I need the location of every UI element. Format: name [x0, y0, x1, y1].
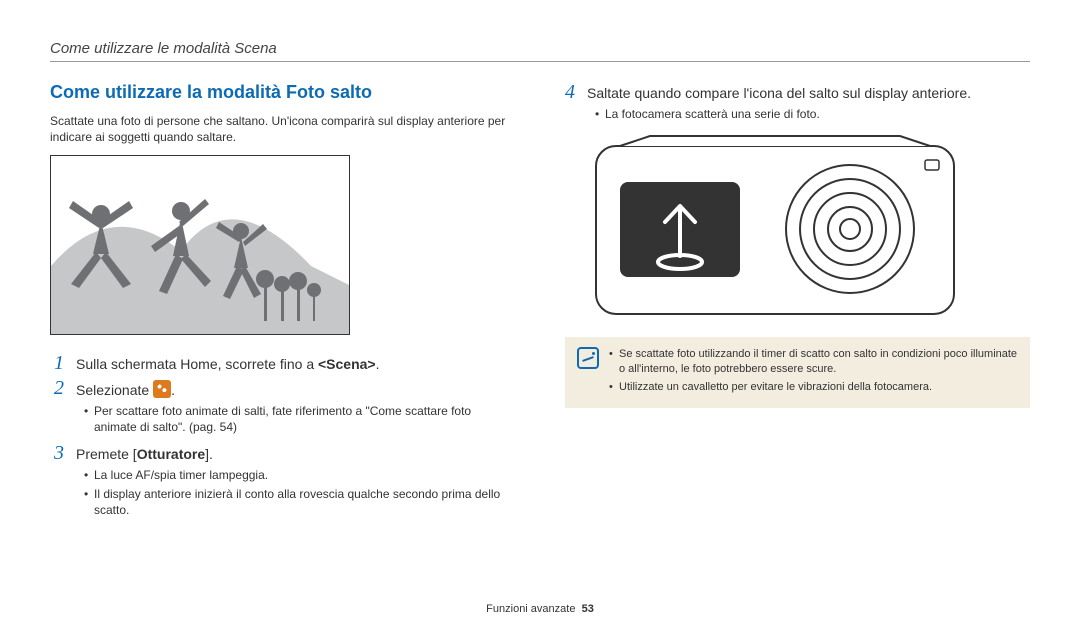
jump-mode-icon — [153, 380, 171, 398]
page-header-title: Come utilizzare le modalità Scena — [50, 40, 1030, 57]
step-text-bold: Otturatore — [137, 446, 205, 462]
intro-paragraph: Scattate una foto di persone che saltano… — [50, 113, 515, 145]
step-number: 4 — [565, 82, 579, 102]
two-column-layout: Come utilizzare la modalità Foto salto S… — [50, 82, 1030, 526]
step-2: 2 Selezionate . — [54, 378, 515, 399]
header-rule — [50, 61, 1030, 62]
step-text: Sulla schermata Home, scorrete fino a <S… — [76, 353, 380, 373]
page-number: 53 — [582, 603, 594, 615]
step-text-bold: <Scena> — [318, 356, 376, 372]
step-3: 3 Premete [Otturatore]. — [54, 443, 515, 463]
example-photo-jumping — [50, 155, 350, 335]
bullet-item: La luce AF/spia timer lampeggia. — [84, 467, 515, 483]
steps-list-left: 1 Sulla schermata Home, scorrete fino a … — [54, 353, 515, 518]
document-page: Come utilizzare le modalità Scena Come u… — [0, 0, 1080, 526]
bullet-item: Per scattare foto animate di salti, fate… — [84, 403, 515, 435]
step-text-part: . — [376, 356, 380, 372]
step-text-part: Selezionate — [76, 382, 153, 398]
step-number: 3 — [54, 443, 68, 463]
step-text: Premete [Otturatore]. — [76, 443, 213, 463]
camera-illustration — [590, 134, 960, 319]
note-bullets: Se scattate foto utilizzando il timer di… — [609, 347, 1018, 398]
step-text-part: ]. — [205, 446, 213, 462]
left-column: Come utilizzare la modalità Foto salto S… — [50, 82, 515, 526]
step-4: 4 Saltate quando compare l'icona del sal… — [565, 82, 1030, 102]
bullet-item: Il display anteriore inizierà il conto a… — [84, 486, 515, 518]
step-text: Saltate quando compare l'icona del salto… — [587, 82, 971, 102]
step-1: 1 Sulla schermata Home, scorrete fino a … — [54, 353, 515, 373]
note-box: Se scattate foto utilizzando il timer di… — [565, 337, 1030, 408]
step-text-part: . — [171, 382, 175, 398]
page-footer: Funzioni avanzate 53 — [0, 603, 1080, 615]
note-item: Utilizzate un cavalletto per evitare le … — [609, 380, 1018, 395]
step-4-bullets: La fotocamera scatterà una serie di foto… — [595, 106, 1030, 122]
step-2-bullets: Per scattare foto animate di salti, fate… — [84, 403, 515, 435]
bullet-item: La fotocamera scatterà una serie di foto… — [595, 106, 1030, 122]
section-heading: Come utilizzare la modalità Foto salto — [50, 82, 515, 103]
step-number: 2 — [54, 378, 68, 398]
step-3-bullets: La luce AF/spia timer lampeggia. Il disp… — [84, 467, 515, 518]
note-item: Se scattate foto utilizzando il timer di… — [609, 347, 1018, 377]
note-icon — [577, 347, 599, 369]
footer-label: Funzioni avanzate — [486, 603, 575, 615]
step-text: Selezionate . — [76, 378, 175, 399]
step-text-part: Sulla schermata Home, scorrete fino a — [76, 356, 318, 372]
step-number: 1 — [54, 353, 68, 373]
right-column: 4 Saltate quando compare l'icona del sal… — [565, 82, 1030, 526]
step-text-part: Premete [ — [76, 446, 137, 462]
camera-svg — [590, 134, 960, 319]
jumping-people-illustration — [51, 156, 350, 335]
